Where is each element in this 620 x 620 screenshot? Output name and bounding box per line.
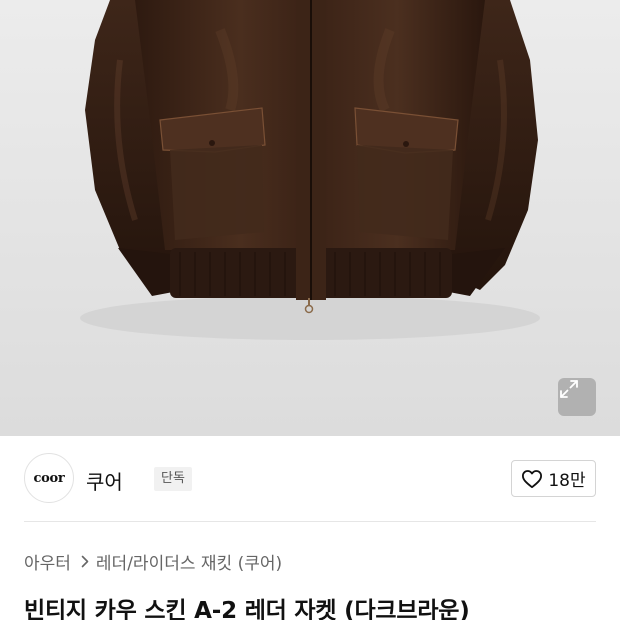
brand-logo[interactable]: coor bbox=[24, 453, 74, 503]
heart-outline-icon bbox=[522, 469, 543, 488]
expand-image-button[interactable] bbox=[558, 378, 596, 416]
brand-logo-text: coor bbox=[33, 470, 65, 486]
brand-name[interactable]: 쿠어 bbox=[86, 466, 123, 495]
jacket-photo bbox=[0, 0, 620, 436]
exclusive-badge: 단독 bbox=[154, 467, 192, 491]
divider bbox=[24, 521, 596, 522]
breadcrumb-category[interactable]: 아우터 bbox=[24, 549, 71, 574]
expand-arrows-icon bbox=[560, 380, 578, 398]
like-count: 18만 bbox=[548, 471, 586, 491]
brand-row: coor 쿠어 단독 18만 bbox=[24, 453, 596, 505]
product-title: 빈티지 카우 스킨 A-2 레더 자켓 (다크브라운) bbox=[24, 598, 470, 620]
like-button[interactable]: 18만 bbox=[511, 460, 596, 497]
chevron-right-icon bbox=[81, 555, 89, 568]
product-image[interactable] bbox=[0, 0, 620, 436]
breadcrumb-subcategory[interactable]: 레더/라이더스 재킷 (쿠어) bbox=[96, 549, 282, 574]
breadcrumb: 아우터 레더/라이더스 재킷 (쿠어) bbox=[24, 548, 282, 574]
